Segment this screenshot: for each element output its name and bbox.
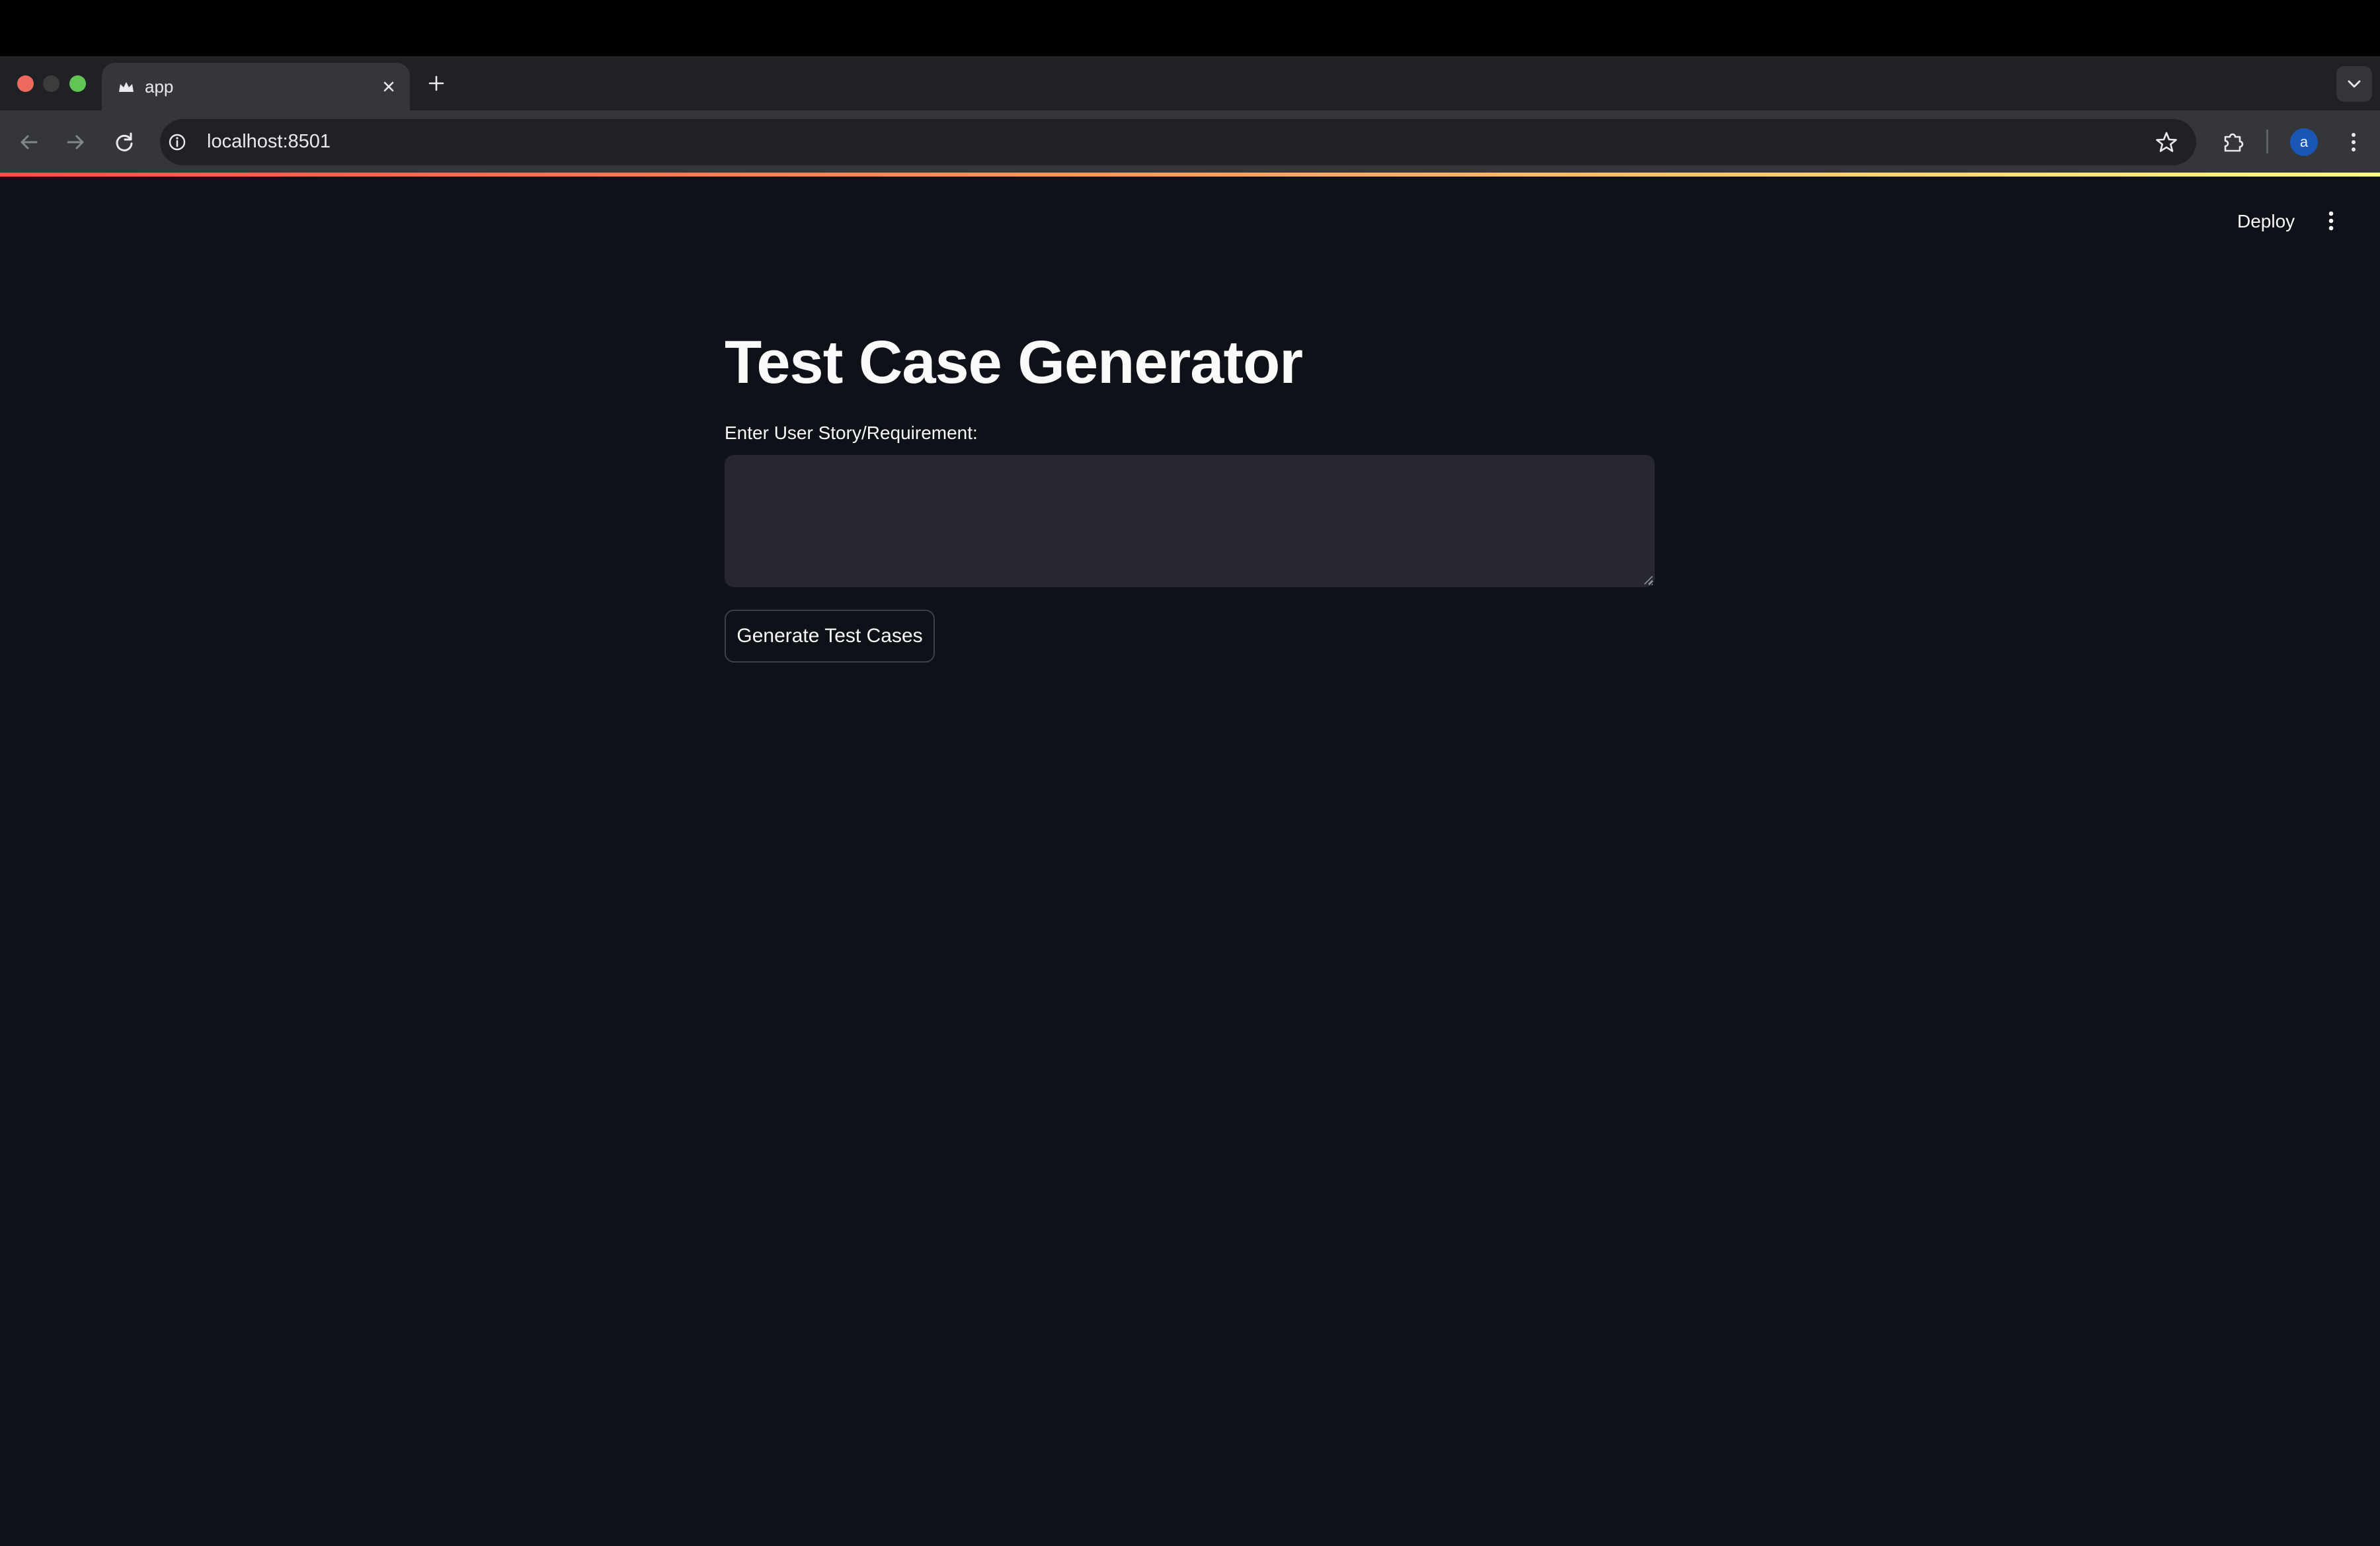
star-icon[interactable] xyxy=(2153,128,2180,156)
address-bar[interactable] xyxy=(160,119,2196,165)
story-field-label: Enter User Story/Requirement: xyxy=(725,423,978,443)
deploy-button[interactable]: Deploy xyxy=(2228,205,2304,238)
forward-arrow-icon[interactable] xyxy=(61,128,90,157)
profile-avatar[interactable]: a xyxy=(2290,128,2318,156)
back-arrow-icon[interactable] xyxy=(15,128,44,157)
kebab-menu-icon[interactable] xyxy=(2339,128,2368,157)
toolbar-divider xyxy=(2266,130,2268,153)
tab-title: app xyxy=(145,77,174,97)
user-story-textarea[interactable] xyxy=(725,455,1655,587)
tab-search-button[interactable] xyxy=(2336,66,2372,102)
chevron-down-icon xyxy=(2348,80,2361,88)
close-icon[interactable] xyxy=(378,76,399,97)
kebab-menu-icon[interactable] xyxy=(2317,206,2346,235)
plus-icon[interactable] xyxy=(424,71,448,95)
generate-test-cases-button[interactable]: Generate Test Cases xyxy=(725,610,935,663)
reload-icon[interactable] xyxy=(110,128,139,157)
window-maximize-button[interactable] xyxy=(69,75,86,92)
page-title: Test Case Generator xyxy=(725,329,1303,396)
macos-menu-bar xyxy=(0,0,2380,56)
window-close-button[interactable] xyxy=(17,75,34,92)
info-icon[interactable] xyxy=(165,130,189,154)
address-bar-url[interactable]: localhost:8501 xyxy=(207,128,331,155)
puzzle-icon[interactable] xyxy=(2219,128,2248,157)
window-minimize-button[interactable] xyxy=(43,75,60,92)
crown-favicon-icon xyxy=(119,82,134,92)
app-header-decoration xyxy=(0,173,2380,177)
resize-handle-icon[interactable] xyxy=(1642,574,1653,585)
browser-tab-active[interactable]: app xyxy=(102,63,410,110)
